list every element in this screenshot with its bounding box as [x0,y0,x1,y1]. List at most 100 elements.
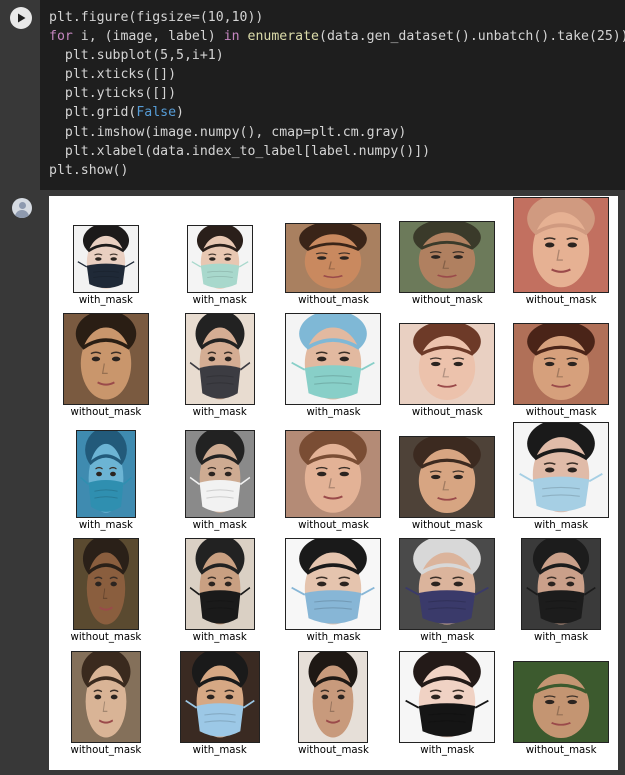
code-token: plt.show() [49,162,129,178]
code-line: plt.yticks([]) [49,84,625,103]
subplot-xlabel: with_mask [192,632,247,644]
face-illustration [185,430,254,517]
subplot-xlabel: with_mask [420,632,475,644]
masked-face-image [285,538,382,631]
face-illustration [286,430,381,517]
face-illustration [400,324,495,405]
face-image [399,323,496,406]
subplot-xlabel: with_mask [192,744,247,756]
masked-face-image [521,538,602,631]
face-image [399,220,496,293]
face-image [285,222,382,293]
subplot-xlabel: without_mask [525,294,597,306]
masked-face-image [285,313,382,406]
code-token: plt.subplot(5,5,i+1) [49,48,224,64]
subplot: without_mask [504,196,618,309]
code-token: i, (image, label) [72,29,224,45]
subplot-xlabel: without_mask [70,744,142,756]
code-token: for [49,29,73,45]
code-line: plt.grid(False) [49,103,625,122]
subplot-xlabel: without_mask [525,407,597,419]
subplot: without_mask [504,646,618,759]
face-illustration [73,539,138,630]
masked-face-image [184,429,255,518]
face-image [399,435,496,518]
face-illustration [185,314,254,405]
subplot-xlabel: with_mask [78,294,133,306]
face-illustration [76,430,135,517]
subplot: without_mask [49,534,163,647]
subplot: without_mask [390,421,504,534]
subplot: without_mask [390,309,504,422]
face-illustration [400,436,495,517]
subplot-xlabel: without_mask [411,294,483,306]
subplot-xlabel: with_mask [192,519,247,531]
face-illustration [400,221,495,292]
subplot-xlabel: without_mask [298,744,369,756]
code-editor[interactable]: plt.figure(figsize=(10,10)) for i, (image… [40,0,625,190]
subplot-xlabel: without_mask [411,407,483,419]
subplot: without_mask [49,309,163,422]
masked-face-image [179,650,260,743]
face-illustration [180,651,259,742]
subplot: without_mask [504,309,618,422]
code-line: plt.subplot(5,5,i+1) [49,46,625,65]
face-illustration [71,651,140,742]
code-cell: plt.figure(figsize=(10,10)) for i, (image… [0,0,625,190]
face-image [62,313,149,406]
face-image [513,196,610,293]
code-token: plt.grid( [49,105,137,121]
subplot-xlabel: without_mask [70,632,142,644]
code-token: enumerate [247,29,319,45]
masked-face-image [75,429,136,518]
subplot-xlabel: with_mask [192,294,247,306]
subplot-xlabel: without_mask [70,407,142,419]
play-icon [18,13,26,23]
code-line: plt.imshow(image.numpy(), cmap=plt.cm.gr… [49,123,625,142]
face-illustration [400,651,495,742]
face-illustration [286,314,381,405]
code-line: plt.figure(figsize=(10,10)) [49,8,625,27]
subplot-grid: with_mask with_mask without_mask without_ma… [49,196,618,759]
face-illustration [522,539,601,630]
subplot: without_mask [49,646,163,759]
subplot-xlabel: with_mask [78,519,133,531]
face-illustration [73,225,138,292]
subplot: with_mask [390,534,504,647]
code-line: plt.xticks([]) [49,65,625,84]
subplot: without_mask [390,196,504,309]
subplot-xlabel: with_mask [534,519,589,531]
code-token: False [136,105,177,121]
run-cell-button[interactable] [10,7,32,29]
subplot: with_mask [49,421,163,534]
subplot-xlabel: without_mask [298,519,369,531]
subplot-xlabel: without_mask [525,744,597,756]
subplot-xlabel: with_mask [306,407,361,419]
subplot: with_mask [277,309,391,422]
subplot: without_mask [277,196,391,309]
face-illustration [299,651,368,742]
subplot-xlabel: without_mask [298,294,369,306]
masked-face-image [399,538,496,631]
subplot-xlabel: with_mask [192,407,247,419]
matplotlib-figure: with_mask with_mask without_mask without_ma… [49,196,618,770]
face-illustration [514,197,609,292]
code-line: for i, (image, label) in enumerate(data.… [49,27,625,46]
face-illustration [514,422,609,517]
face-illustration [63,314,148,405]
face-image [70,650,141,743]
subplot: with_mask [163,534,277,647]
masked-face-image [72,224,139,293]
subplot: with_mask [504,421,618,534]
masked-face-image [184,538,255,631]
code-token: ) [176,105,184,121]
face-illustration [286,223,381,292]
code-token: (data.gen_dataset().unbatch().take(25)): [319,29,625,45]
code-token: plt.yticks([]) [49,86,177,102]
face-illustration [185,539,254,630]
code-line: plt.show() [49,161,625,180]
face-image [72,538,139,631]
subplot: with_mask [163,646,277,759]
subplot: with_mask [277,534,391,647]
